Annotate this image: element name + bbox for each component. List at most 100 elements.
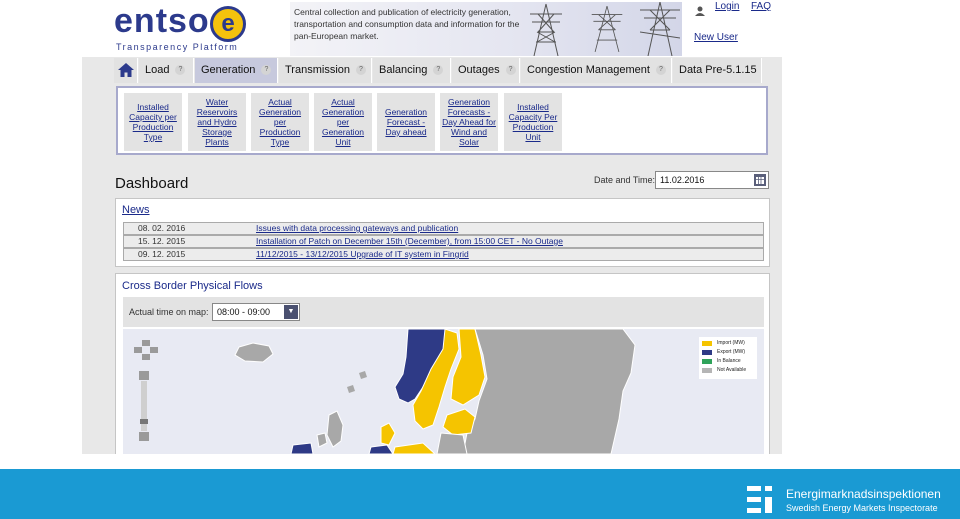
- country-iceland: [234, 342, 274, 363]
- submenu-installed-capacity-per-production-type[interactable]: Installed Capacity per Production Type: [124, 93, 182, 151]
- ei-logo-icon: [747, 486, 777, 514]
- island: [359, 371, 367, 379]
- country-denmark: [380, 422, 396, 446]
- chevron-down-icon[interactable]: ▼: [284, 305, 298, 319]
- date-time-input[interactable]: 11.02.2016: [655, 171, 769, 189]
- tab-label: Load: [145, 64, 170, 76]
- country-uk: [326, 410, 344, 448]
- news-date: 09. 12. 2015: [138, 249, 186, 259]
- pylon-image: [526, 2, 566, 56]
- cross-border-flows-panel: Cross Border Physical Flows Actual time …: [115, 273, 770, 454]
- tab-transmission[interactable]: Transmission?: [279, 58, 372, 83]
- pylon-image: [639, 2, 681, 56]
- submenu-water-reservoirs[interactable]: Water Reservoirs and Hydro Storage Plant…: [188, 93, 246, 151]
- tab-load[interactable]: Load?: [139, 58, 194, 83]
- logo-word-middle: ntso: [133, 2, 210, 40]
- pylon-image: [590, 2, 624, 56]
- logo-wordmark: entso: [114, 2, 210, 41]
- generation-submenu: Installed Capacity per Production Type W…: [116, 86, 768, 155]
- entsoe-logo[interactable]: entso e Transparency Platform: [114, 2, 284, 54]
- news-row: 09. 12. 2015 11/12/2015 - 13/12/2015 Upg…: [123, 248, 764, 261]
- user-icon: [695, 3, 705, 16]
- map-time-bar: Actual time on map: 08:00 - 09:00 ▼: [123, 297, 764, 327]
- country-ireland: [316, 432, 328, 448]
- map-zoom-slider[interactable]: [139, 371, 149, 441]
- submenu-installed-capacity-per-unit[interactable]: Installed Capacity Per Production Unit: [504, 93, 562, 151]
- browser-page: entso e Transparency Platform Central co…: [82, 0, 782, 454]
- legend-swatch: [702, 350, 712, 355]
- country-baltics: [442, 408, 476, 436]
- time-select[interactable]: 08:00 - 09:00 ▼: [212, 303, 300, 321]
- tab-label: Generation: [201, 64, 256, 76]
- time-label: Actual time on map:: [129, 307, 209, 317]
- tab-label: Data Pre-5.1.15: [679, 64, 757, 76]
- tab-label: Transmission: [285, 64, 350, 76]
- map-pan-control[interactable]: [133, 340, 159, 360]
- legend-label: Export (MW): [717, 349, 746, 355]
- home-icon: [118, 63, 134, 77]
- island: [347, 385, 355, 393]
- news-row: 08. 02. 2016 Issues with data processing…: [123, 222, 764, 235]
- site-header: entso e Transparency Platform Central co…: [82, 0, 782, 57]
- page-title: Dashboard: [115, 175, 189, 192]
- help-icon[interactable]: ?: [356, 65, 366, 76]
- news-row: 15. 12. 2015 Installation of Patch on De…: [123, 235, 764, 248]
- country-germany: [392, 442, 436, 454]
- footer-org-name: Energimarknadsinspektionen: [786, 487, 941, 501]
- tab-congestion-management[interactable]: Congestion Management?: [521, 58, 672, 83]
- logo-e-circle: e: [210, 6, 246, 42]
- tab-data-pre[interactable]: Data Pre-5.1.15: [673, 58, 762, 83]
- calendar-icon[interactable]: [754, 174, 766, 186]
- login-link[interactable]: Login: [715, 1, 739, 12]
- help-icon[interactable]: ?: [175, 65, 186, 76]
- tab-balancing[interactable]: Balancing?: [373, 58, 451, 83]
- submenu-actual-generation-per-unit[interactable]: Actual Generation per Generation Unit: [314, 93, 372, 151]
- news-link[interactable]: 11/12/2015 - 13/12/2015 Upgrade of IT sy…: [256, 249, 469, 260]
- time-value: 08:00 - 09:00: [217, 307, 271, 317]
- help-icon[interactable]: ?: [655, 65, 666, 76]
- tab-home[interactable]: [114, 58, 138, 83]
- tab-generation[interactable]: Generation?: [195, 58, 278, 83]
- news-link[interactable]: Issues with data processing gateways and…: [256, 223, 458, 234]
- tab-label: Congestion Management: [527, 64, 650, 76]
- news-panel: News 08. 02. 2016 Issues with data proce…: [115, 198, 770, 267]
- help-icon[interactable]: ?: [261, 65, 272, 76]
- date-time-label: Date and Time:: [594, 175, 656, 185]
- legend-swatch: [702, 368, 712, 373]
- faq-link[interactable]: FAQ: [751, 1, 771, 12]
- legend-swatch: [702, 341, 712, 346]
- banner-text: Central collection and publication of el…: [294, 7, 520, 41]
- country-west-export: [290, 442, 314, 454]
- legend-label: Import (MW): [717, 340, 745, 346]
- country-russia: [462, 329, 636, 454]
- submenu-actual-generation-per-production-type[interactable]: Actual Generation per Production Type: [251, 93, 309, 151]
- europe-map: [234, 329, 636, 454]
- legend-label: Not Available: [717, 367, 747, 373]
- news-date: 08. 02. 2016: [138, 223, 186, 233]
- header-banner: Central collection and publication of el…: [290, 2, 682, 56]
- logo-last-letter: e: [221, 10, 235, 37]
- country-poland: [436, 432, 468, 454]
- logo-first-letter: e: [114, 2, 134, 40]
- legend-swatch: [702, 359, 712, 364]
- flows-title: Cross Border Physical Flows: [122, 280, 263, 292]
- news-link[interactable]: Installation of Patch on December 15th (…: [256, 236, 563, 247]
- map-legend: Import (MW) Export (MW) In Balance Not A…: [699, 337, 757, 379]
- tab-label: Outages: [458, 64, 500, 76]
- submenu-wind-solar-forecast[interactable]: Generation Forecasts - Day Ahead for Win…: [440, 93, 498, 151]
- date-time-value: 11.02.2016: [660, 175, 705, 185]
- help-icon[interactable]: ?: [505, 65, 516, 76]
- logo-subtitle: Transparency Platform: [116, 42, 239, 52]
- submenu-generation-forecast-day-ahead[interactable]: Generation Forecast - Day ahead: [377, 93, 435, 151]
- tab-label: Balancing: [379, 64, 428, 76]
- flows-map[interactable]: Import (MW) Export (MW) In Balance Not A…: [123, 329, 764, 454]
- help-icon[interactable]: ?: [433, 65, 444, 76]
- header-links: Login FAQ New User: [682, 0, 782, 57]
- news-title[interactable]: News: [122, 204, 150, 216]
- news-date: 15. 12. 2015: [138, 236, 186, 246]
- main-nav: Load? Generation? Transmission? Balancin…: [114, 58, 782, 83]
- new-user-link[interactable]: New User: [694, 32, 738, 43]
- tab-outages[interactable]: Outages?: [452, 58, 520, 83]
- footer-org-subtitle: Swedish Energy Markets Inspectorate: [786, 503, 938, 513]
- footer-bar: Energimarknadsinspektionen Swedish Energ…: [0, 469, 960, 519]
